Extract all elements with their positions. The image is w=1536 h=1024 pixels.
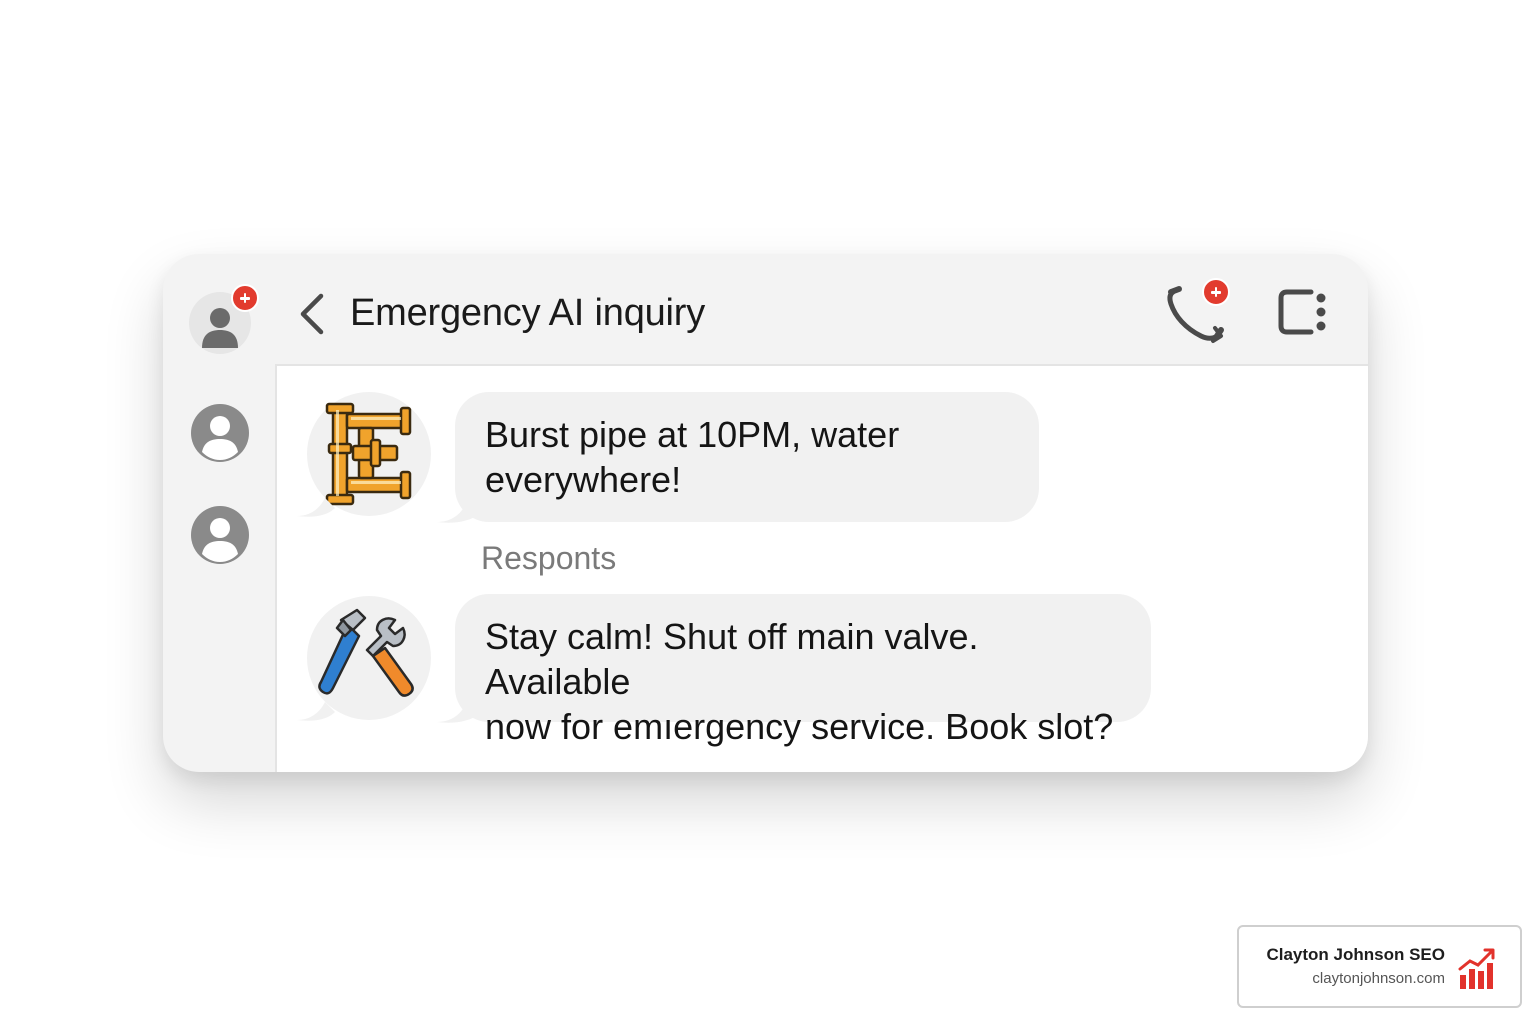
bubble-tail	[297, 702, 335, 721]
more-options-icon	[1278, 289, 1326, 335]
sender-avatar	[297, 392, 431, 517]
chat-header: Emergency AI inquiry	[275, 254, 1368, 364]
more-options-button[interactable]	[1275, 286, 1333, 338]
brand-name: Clayton Johnson SEO	[1266, 945, 1445, 964]
bubble-tail	[297, 498, 335, 517]
call-button[interactable]	[1165, 278, 1239, 348]
chevron-left-icon	[300, 293, 324, 335]
add-badge-icon	[231, 284, 259, 312]
back-button[interactable]	[293, 290, 333, 338]
contact-avatar-active[interactable]	[189, 284, 259, 354]
growth-chart-icon	[1458, 948, 1495, 989]
message-text-line: now for emıergency service. Book slot?	[485, 706, 1114, 747]
user-icon	[191, 404, 249, 462]
page-title: Emergency AI inquiry	[350, 292, 706, 334]
user-icon	[191, 506, 249, 564]
incoming-message-bubble: Burst pipe at 10PM, water everywhere!	[437, 392, 1039, 523]
contacts-sidebar	[163, 254, 275, 772]
contact-avatar[interactable]	[189, 402, 251, 464]
brand-url: claytonjohnson.com	[1312, 970, 1445, 987]
response-message-bubble: Stay calm! Shut off main valve. Availabl…	[437, 594, 1151, 747]
bubble-tail	[437, 500, 479, 523]
responder-avatar	[297, 596, 431, 721]
message-text-line: Stay calm! Shut off main valve. Availabl…	[485, 616, 979, 702]
message-text: Burst pipe at 10PM, water everywhere!	[485, 414, 900, 500]
respondent-label: Responts	[481, 540, 617, 576]
chat-window: Emergency AI inquiry Burst pipe at 10PM,…	[163, 254, 1368, 772]
bubble-tail	[437, 700, 479, 723]
add-badge-icon	[1202, 278, 1230, 306]
message-thread: Burst pipe at 10PM, water everywhere! Re…	[275, 364, 1368, 772]
brand-watermark: Clayton Johnson SEO claytonjohnson.com	[1237, 925, 1522, 1008]
contact-avatar[interactable]	[189, 504, 251, 566]
